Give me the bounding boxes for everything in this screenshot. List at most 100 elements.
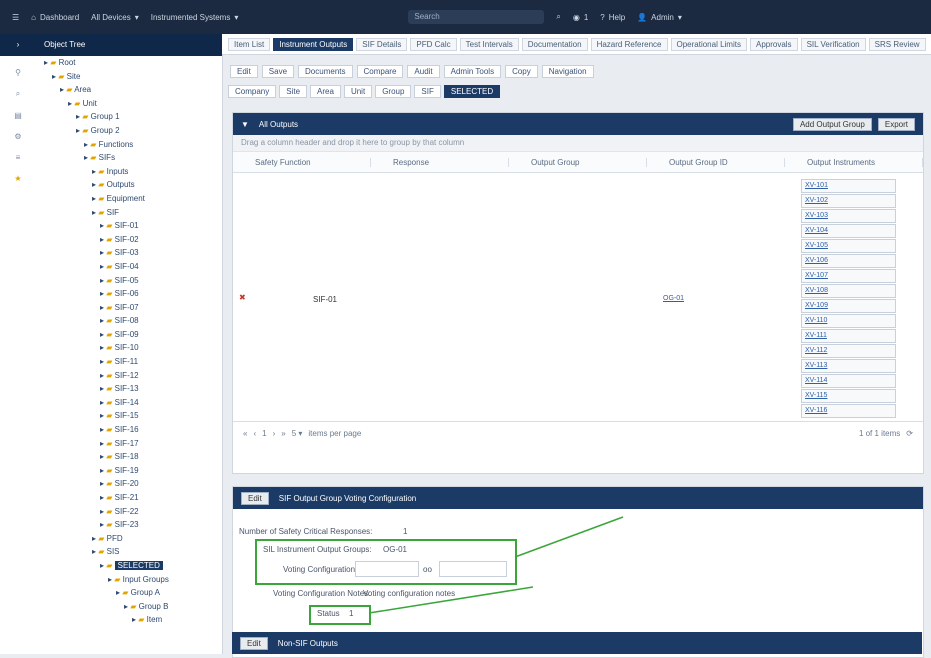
- tree-row[interactable]: ▸ ▰ SIF-05: [36, 274, 222, 288]
- tree-row[interactable]: ▸ ▰ Unit: [36, 97, 222, 111]
- instrument-link[interactable]: XV-115: [801, 389, 896, 403]
- menu-icon[interactable]: ☰: [12, 13, 19, 22]
- collapse-icon[interactable]: ›: [0, 34, 36, 56]
- instrument-link[interactable]: XV-109: [801, 299, 896, 313]
- tab[interactable]: SIF Details: [356, 37, 408, 51]
- instrument-link[interactable]: XV-112: [801, 344, 896, 358]
- toolbar-button[interactable]: Audit: [407, 64, 440, 78]
- tree-row[interactable]: ▸ ▰ Site: [36, 70, 222, 84]
- tree-row[interactable]: ▸ ▰ SIF-19: [36, 464, 222, 478]
- export-button[interactable]: Export: [877, 117, 915, 131]
- search-icon[interactable]: ⌕: [556, 12, 560, 22]
- tab[interactable]: Item List: [228, 37, 271, 51]
- first-page-icon[interactable]: «: [243, 429, 247, 438]
- tree-row[interactable]: ▸ ▰ Inputs: [36, 165, 222, 179]
- add-output-group-button[interactable]: Add Output Group: [792, 117, 872, 131]
- toolbar-button[interactable]: Admin Tools: [443, 64, 502, 78]
- tree-row[interactable]: ▸ ▰ SIF-07: [36, 301, 222, 315]
- tree-row[interactable]: ▸ ▰ SIF-13: [36, 382, 222, 396]
- nav-devices[interactable]: All Devices ▾: [91, 13, 139, 22]
- tree-icon[interactable]: ⚲: [0, 68, 36, 77]
- toolbar-button[interactable]: Copy: [505, 64, 538, 78]
- non-sif-edit-button[interactable]: Edit: [240, 636, 268, 650]
- tab[interactable]: Instrument Outputs: [273, 37, 354, 51]
- instrument-link[interactable]: XV-108: [801, 284, 896, 298]
- last-page-icon[interactable]: »: [281, 429, 285, 438]
- tree-row[interactable]: ▸ ▰ SIF-15: [36, 409, 222, 423]
- prev-page-icon[interactable]: ‹: [253, 429, 256, 438]
- tree-row[interactable]: ▸ ▰ SIS: [36, 545, 222, 559]
- toolbar-button[interactable]: Documents: [298, 64, 353, 78]
- toolbar-button[interactable]: Compare: [356, 64, 404, 78]
- column-header[interactable]: Safety Function: [233, 157, 371, 167]
- tree-row[interactable]: ▸ ▰ SIFs: [36, 151, 222, 165]
- instrument-link[interactable]: XV-107: [801, 269, 896, 283]
- tree-row[interactable]: ▸ ▰ Group B: [36, 600, 222, 614]
- tree-row[interactable]: ▸ ▰ Equipment: [36, 192, 222, 206]
- tab[interactable]: Operational Limits: [670, 37, 747, 51]
- tree-row[interactable]: ▸ ▰ SIF-11: [36, 355, 222, 369]
- tree-row[interactable]: ▸ ▰ SIF-02: [36, 233, 222, 247]
- tree-row[interactable]: ▸ ▰ Group A: [36, 586, 222, 600]
- toolbar-button[interactable]: Navigation: [541, 64, 594, 78]
- tree-row[interactable]: ▸ ▰ PFD: [36, 532, 222, 546]
- breadcrumb-item[interactable]: SIF: [414, 84, 441, 98]
- tree-row[interactable]: ▸ ▰ SIF-21: [36, 491, 222, 505]
- tree-row[interactable]: ▸ ▰ Outputs: [36, 178, 222, 192]
- column-header[interactable]: Output Instruments: [785, 157, 923, 167]
- instrument-link[interactable]: XV-114: [801, 374, 896, 388]
- tree-row[interactable]: ▸ ▰ Group 1: [36, 110, 222, 124]
- column-header[interactable]: Output Group ID: [647, 157, 785, 167]
- tab[interactable]: PFD Calc: [410, 37, 457, 51]
- toolbar-button[interactable]: Edit: [230, 64, 258, 78]
- tree-row[interactable]: ▸ ▰ Functions: [36, 138, 222, 152]
- search-icon[interactable]: ⌕: [0, 89, 36, 99]
- breadcrumb-item[interactable]: Company: [228, 84, 277, 98]
- instrument-link[interactable]: XV-104: [801, 224, 896, 238]
- tab[interactable]: SIL Verification: [800, 37, 866, 51]
- tree-row[interactable]: ▸ ▰ Input Groups: [36, 573, 222, 587]
- breadcrumb-item[interactable]: Area: [310, 84, 341, 98]
- breadcrumb-item[interactable]: Site: [279, 84, 308, 98]
- instrument-link[interactable]: XV-111: [801, 329, 896, 343]
- tree-row[interactable]: ▸ ▰ SIF-10: [36, 341, 222, 355]
- tree-row[interactable]: ▸ ▰ SIF-01: [36, 219, 222, 233]
- tree-row[interactable]: ▸ ▰ SIF: [36, 206, 222, 220]
- help-link[interactable]: ? Help: [600, 13, 625, 22]
- tree-row[interactable]: ▸ ▰ Root: [36, 56, 222, 70]
- settings-icon[interactable]: ⚙: [0, 132, 36, 141]
- tree-row[interactable]: ▸ ▰ SIF-03: [36, 246, 222, 260]
- instrument-link[interactable]: XV-106: [801, 254, 896, 268]
- docs-icon[interactable]: ▤: [0, 111, 36, 120]
- tab[interactable]: Hazard Reference: [590, 37, 668, 51]
- tree-row[interactable]: ▸ ▰ SIF-16: [36, 423, 222, 437]
- instrument-link[interactable]: XV-105: [801, 239, 896, 253]
- tree-row[interactable]: ▸ ▰ SIF-14: [36, 396, 222, 410]
- next-page-icon[interactable]: ›: [273, 429, 276, 438]
- tree-row[interactable]: ▸ ▰ Item: [36, 613, 222, 627]
- column-header[interactable]: Response: [371, 157, 509, 167]
- user-menu[interactable]: 👤 Admin ▾: [637, 13, 682, 22]
- delete-icon[interactable]: ✖: [239, 293, 246, 302]
- page-number[interactable]: 1: [262, 429, 266, 438]
- tab[interactable]: SRS Review: [868, 37, 926, 51]
- tree-row[interactable]: ▸ ▰ SIF-08: [36, 314, 222, 328]
- list-icon[interactable]: ≡: [0, 153, 36, 162]
- refresh-icon[interactable]: ⟳: [906, 429, 913, 438]
- toolbar-button[interactable]: Save: [261, 64, 295, 78]
- tree-row[interactable]: ▸ ▰ SIF-06: [36, 287, 222, 301]
- search-input[interactable]: Search: [408, 10, 545, 24]
- instrument-link[interactable]: XV-116: [801, 404, 896, 418]
- tree-row[interactable]: ▸ ▰ SIF-22: [36, 505, 222, 519]
- instrument-link[interactable]: XV-102: [801, 194, 896, 208]
- tree-row[interactable]: ▸ ▰ SIF-20: [36, 477, 222, 491]
- page-size-select[interactable]: 5 ▾: [292, 429, 303, 438]
- tree-row[interactable]: ▸ ▰ Group 2: [36, 124, 222, 138]
- star-icon[interactable]: ★: [0, 174, 36, 183]
- column-header[interactable]: Output Group: [509, 157, 647, 167]
- breadcrumb-item[interactable]: Unit: [343, 84, 373, 98]
- tree-row[interactable]: ▸ ▰ SIF-12: [36, 369, 222, 383]
- tab[interactable]: Test Intervals: [459, 37, 519, 51]
- instrument-link[interactable]: XV-113: [801, 359, 896, 373]
- instrument-link[interactable]: XV-103: [801, 209, 896, 223]
